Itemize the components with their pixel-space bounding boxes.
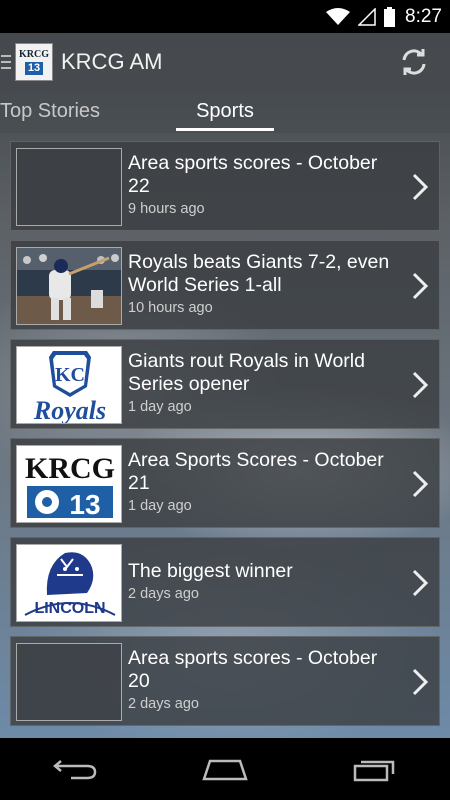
battery-icon	[384, 6, 396, 27]
signal-icon	[358, 7, 376, 26]
chevron-right-icon	[412, 371, 429, 399]
recents-button[interactable]	[345, 749, 405, 789]
chevron-right-icon	[412, 668, 429, 696]
chevron-right-icon	[412, 272, 429, 300]
story-time: 10 hours ago	[128, 300, 213, 316]
navigation-bar	[0, 738, 450, 800]
chevron-right-icon	[412, 569, 429, 597]
refresh-icon[interactable]	[398, 46, 430, 78]
status-bar: 8:27	[0, 0, 450, 33]
royals-logo-thumbnail: KC Royals	[16, 346, 122, 424]
story-title: Royals beats Giants 7-2, even World Seri…	[128, 251, 390, 296]
story-time: 1 day ago	[128, 399, 192, 415]
recent-apps-icon	[353, 760, 395, 782]
list-item[interactable]: KRCG 13 Area Sports Scores - October 21 …	[10, 438, 440, 528]
list-item[interactable]: Area sports scores - October 20 2 days a…	[10, 636, 440, 726]
story-title: Giants rout Royals in World Series opene…	[128, 350, 365, 395]
royals-word-text: Royals	[33, 396, 106, 424]
lincoln-text: LINCOLN	[34, 600, 105, 617]
tab-indicator	[176, 128, 274, 131]
action-bar: KRCG 13 KRCG AM	[0, 33, 450, 91]
home-icon	[202, 759, 248, 781]
list-item[interactable]: KC Royals Giants rout Royals in World Se…	[10, 339, 440, 429]
back-icon	[53, 760, 97, 780]
chevron-right-icon	[412, 173, 429, 201]
story-title: Area sports scores - October 22	[128, 152, 378, 197]
lincoln-logo-thumbnail: LINCOLN	[16, 544, 122, 622]
krcg-13-text: 13	[69, 489, 100, 520]
tab-top-stories[interactable]: Top Stories	[0, 91, 100, 133]
story-title: Area Sports Scores - October 21	[128, 449, 384, 494]
royals-kc-text: KC	[55, 364, 85, 386]
wifi-icon	[326, 7, 351, 26]
story-title: The biggest winner	[128, 560, 293, 582]
app-logo[interactable]: KRCG 13	[15, 43, 53, 81]
list-item[interactable]: Royals beats Giants 7-2, even World Seri…	[10, 240, 440, 330]
story-thumbnail	[16, 148, 122, 226]
tab-sports[interactable]: Sports	[176, 91, 274, 133]
story-time: 2 days ago	[128, 586, 199, 602]
chevron-right-icon	[412, 470, 429, 498]
krcg-logo-thumbnail: KRCG 13	[16, 445, 122, 523]
home-button[interactable]	[195, 749, 255, 789]
tab-sports-label: Sports	[196, 100, 254, 122]
story-time: 9 hours ago	[128, 201, 205, 217]
list-item[interactable]: LINCOLN The biggest winner 2 days ago	[10, 537, 440, 627]
clock: 8:27	[405, 5, 442, 27]
krcg-text: KRCG	[25, 452, 115, 485]
app-title: KRCG AM	[61, 49, 163, 74]
story-time: 2 days ago	[128, 696, 199, 712]
back-button[interactable]	[45, 749, 105, 789]
drawer-menu-icon[interactable]	[1, 55, 11, 69]
baseball-photo-thumbnail	[16, 247, 122, 325]
story-time: 1 day ago	[128, 498, 192, 514]
story-title: Area sports scores - October 20	[128, 647, 378, 692]
story-list: Area sports scores - October 22 9 hours …	[10, 141, 440, 735]
tab-bar: Top Stories Sports	[0, 91, 450, 133]
story-thumbnail	[16, 643, 122, 721]
list-item[interactable]: Area sports scores - October 22 9 hours …	[10, 141, 440, 231]
